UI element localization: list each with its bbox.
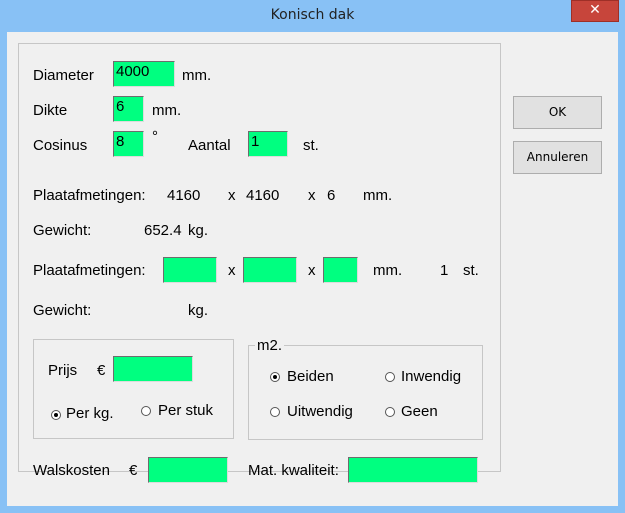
diameter-label: Diameter bbox=[33, 67, 94, 84]
mat-kwaliteit-label: Mat. kwaliteit: bbox=[248, 462, 339, 479]
ok-button[interactable]: OK bbox=[513, 96, 602, 129]
uitwendig-radio[interactable] bbox=[270, 407, 280, 417]
gewicht-label: Gewicht: bbox=[33, 222, 92, 239]
prijs-group bbox=[33, 339, 234, 439]
dikte-label: Dikte bbox=[33, 102, 68, 119]
plaat2-width-input[interactable] bbox=[163, 257, 217, 283]
window-title: Konisch dak bbox=[270, 7, 355, 23]
plaat-thickness-value: 6 bbox=[327, 187, 336, 204]
close-button[interactable]: ✕ bbox=[571, 0, 619, 22]
plaatafmetingen-label: Plaatafmetingen: bbox=[33, 187, 146, 204]
plaat2-height-input[interactable] bbox=[243, 257, 297, 283]
m2-group bbox=[248, 345, 483, 440]
plaat2-count-unit: st. bbox=[463, 262, 479, 279]
per-stuk-label[interactable]: Per stuk bbox=[158, 402, 213, 419]
walskosten-label: Walskosten bbox=[33, 462, 110, 479]
plaat-times-2: x bbox=[308, 187, 316, 204]
uitwendig-label[interactable]: Uitwendig bbox=[287, 403, 353, 420]
plaat-width-value: 4160 bbox=[167, 187, 201, 204]
inwendig-label[interactable]: Inwendig bbox=[401, 368, 461, 385]
mat-kwaliteit-input[interactable] bbox=[348, 457, 478, 483]
aantal-input[interactable]: 1 bbox=[248, 131, 288, 157]
walskosten-currency: € bbox=[129, 462, 138, 479]
plaat2-times-2: x bbox=[308, 262, 316, 279]
gewicht-2-unit: kg. bbox=[188, 302, 209, 319]
plaat2-unit: mm. bbox=[373, 262, 403, 279]
plaat2-times-1: x bbox=[228, 262, 236, 279]
close-icon: ✕ bbox=[589, 2, 601, 18]
plaat2-count: 1 bbox=[440, 262, 449, 279]
per-stuk-radio[interactable] bbox=[141, 406, 151, 416]
plaat2-thickness-input[interactable] bbox=[323, 257, 358, 283]
title-bar[interactable]: Konisch dak ✕ bbox=[0, 0, 625, 32]
gewicht-value: 652.4 bbox=[144, 222, 182, 239]
beiden-radio[interactable] bbox=[270, 372, 280, 382]
diameter-input[interactable]: 4000 bbox=[113, 61, 175, 87]
cosinus-input[interactable]: 8 bbox=[113, 131, 144, 157]
cosinus-label: Cosinus bbox=[33, 137, 88, 154]
inwendig-radio[interactable] bbox=[385, 372, 395, 382]
cosinus-unit: ° bbox=[152, 128, 158, 145]
geen-radio[interactable] bbox=[385, 407, 395, 417]
prijs-label: Prijs bbox=[48, 362, 78, 379]
plaatafmetingen-2-label: Plaatafmetingen: bbox=[33, 262, 146, 279]
aantal-unit: st. bbox=[303, 137, 319, 154]
prijs-input[interactable] bbox=[113, 356, 193, 382]
dikte-input[interactable]: 6 bbox=[113, 96, 144, 122]
m2-group-legend: m2. bbox=[255, 337, 285, 354]
aantal-label: Aantal bbox=[188, 137, 231, 154]
plaat-unit: mm. bbox=[363, 187, 393, 204]
diameter-unit: mm. bbox=[182, 67, 212, 84]
dikte-unit: mm. bbox=[152, 102, 182, 119]
per-kg-radio[interactable] bbox=[51, 410, 61, 420]
walskosten-input[interactable] bbox=[148, 457, 228, 483]
plaat-height-value: 4160 bbox=[246, 187, 280, 204]
dialog-window: Konisch dak ✕ Diameter 4000 mm. Dikte 6 … bbox=[0, 0, 625, 513]
beiden-label[interactable]: Beiden bbox=[287, 368, 334, 385]
plaat-times-1: x bbox=[228, 187, 236, 204]
per-kg-label[interactable]: Per kg. bbox=[66, 405, 114, 422]
gewicht-unit: kg. bbox=[188, 222, 209, 239]
annuleren-button[interactable]: Annuleren bbox=[513, 141, 602, 174]
gewicht-2-label: Gewicht: bbox=[33, 302, 92, 319]
prijs-currency: € bbox=[97, 362, 106, 379]
dialog-client-area: Diameter 4000 mm. Dikte 6 mm. Cosinus 8 … bbox=[7, 32, 618, 506]
geen-label[interactable]: Geen bbox=[401, 403, 438, 420]
